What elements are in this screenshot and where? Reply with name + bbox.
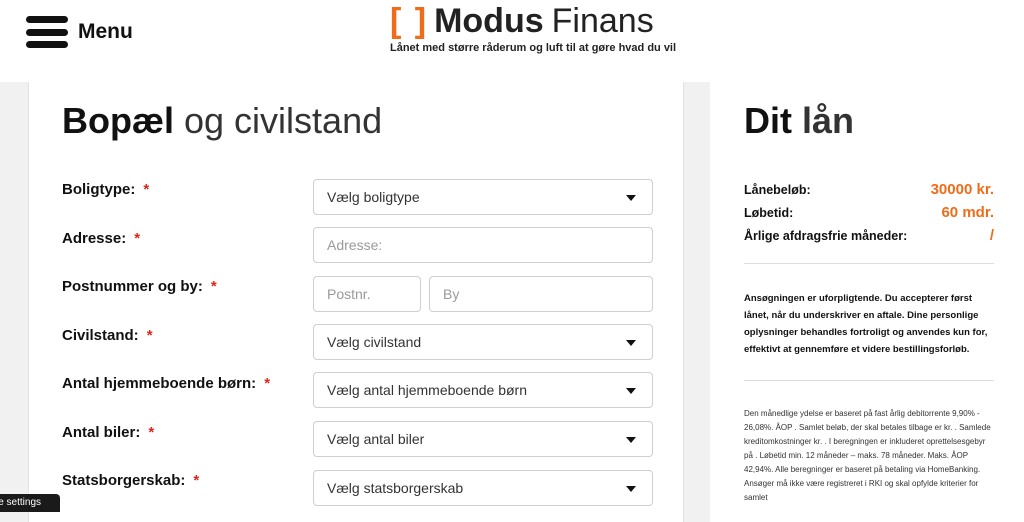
loan-amount-row: Lånebeløb: 30000 kr. xyxy=(744,181,994,198)
caret-down-icon xyxy=(626,486,636,492)
disclaimer-text: Ansøgningen er uforpligtende. Du accepte… xyxy=(744,293,988,355)
loan-title: Dit lån xyxy=(744,100,854,142)
required-mark: * xyxy=(146,327,153,344)
loan-title-light: lån xyxy=(802,100,855,141)
divider xyxy=(744,380,994,381)
form-title-light: og civilstand xyxy=(184,100,383,141)
site-header: Menu [ ] Modus Finans Lånet med større r… xyxy=(0,0,1024,82)
required-mark: * xyxy=(264,375,271,392)
loan-term-value: 60 mdr. xyxy=(941,204,994,221)
caret-down-icon xyxy=(626,437,636,443)
required-mark: * xyxy=(210,278,217,295)
boligtype-label: Boligtype: * xyxy=(62,181,150,198)
required-mark: * xyxy=(148,424,155,441)
divider xyxy=(744,263,994,264)
menu-label: Menu xyxy=(78,20,133,43)
residence-form-panel: Bopæl og civilstand Boligtype: * Vælg bol… xyxy=(28,82,684,522)
loan-term-row: Løbetid: 60 mdr. xyxy=(744,204,994,221)
required-mark: * xyxy=(134,230,141,247)
tagline: Lånet med større råderum og luft til at … xyxy=(390,42,677,54)
boligtype-select[interactable]: Vælg boligtype xyxy=(313,179,653,215)
civilstand-select[interactable]: Vælg civilstand xyxy=(313,324,653,360)
caret-down-icon xyxy=(626,195,636,201)
smallprint-text: Den månedlige ydelse er baseret på fast … xyxy=(744,409,991,502)
by-input[interactable]: By xyxy=(429,276,653,312)
postnr-input[interactable]: Postnr. xyxy=(313,276,421,312)
form-title-bold: Bopæl xyxy=(62,100,174,141)
free-months-row: Årlige afdragsfrie måneder: / xyxy=(744,227,994,244)
caret-down-icon xyxy=(626,340,636,346)
logo-bracket: [ ] xyxy=(390,2,429,40)
brand-logo[interactable]: [ ] Modus Finans Lånet med større råderu… xyxy=(390,2,690,54)
form-title: Bopæl og civilstand xyxy=(62,100,382,142)
required-mark: * xyxy=(143,181,150,198)
statsborgerskab-label: Statsborgerskab: * xyxy=(62,472,200,489)
adresse-label: Adresse: * xyxy=(62,230,141,247)
menu-button[interactable]: Menu xyxy=(26,16,133,48)
loan-amount-value: 30000 kr. xyxy=(930,181,994,198)
required-mark: * xyxy=(193,472,200,489)
civilstand-label: Civilstand: * xyxy=(62,327,153,344)
adresse-input[interactable]: Adresse: xyxy=(313,227,653,263)
statsborgerskab-select[interactable]: Vælg statsborgerskab xyxy=(313,470,653,506)
biler-label: Antal biler: * xyxy=(62,424,155,441)
hamburger-icon xyxy=(26,16,68,48)
boern-label: Antal hjemmeboende børn: * xyxy=(62,375,271,392)
boern-select[interactable]: Vælg antal hjemmeboende børn xyxy=(313,372,653,408)
loan-title-bold: Dit xyxy=(744,100,792,141)
cookie-settings-button[interactable]: ie settings xyxy=(0,494,60,512)
loan-summary-panel: Dit lån Lånebeløb: 30000 kr. Løbetid: 60… xyxy=(710,82,1024,522)
free-months-value: / xyxy=(989,227,994,244)
caret-down-icon xyxy=(626,388,636,394)
logo-modus: Modus xyxy=(434,2,544,40)
postnummer-label: Postnummer og by: * xyxy=(62,278,217,295)
biler-select[interactable]: Vælg antal biler xyxy=(313,421,653,457)
logo-finans: Finans xyxy=(551,2,654,40)
